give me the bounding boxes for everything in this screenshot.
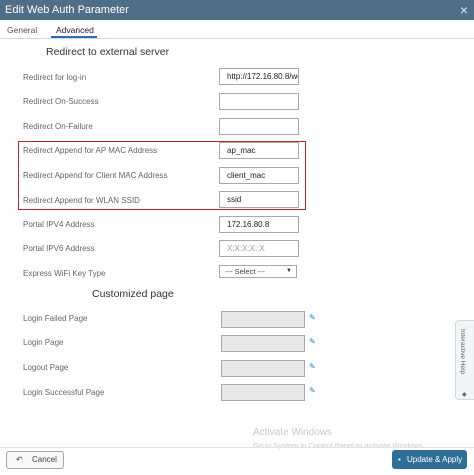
update-apply-button-label: Update & Apply bbox=[407, 455, 463, 464]
express-wifi-selected: --- Select --- bbox=[225, 267, 265, 276]
customized-section-heading: Customized page bbox=[92, 288, 174, 300]
redirect-login-input[interactable]: http://172.16.80.8/we bbox=[219, 68, 299, 85]
tab-advanced[interactable]: Advanced bbox=[56, 25, 94, 35]
login-page-input bbox=[221, 335, 305, 352]
footer-divider bbox=[0, 447, 474, 448]
portal-ipv4-input[interactable]: 172.16.80.8 bbox=[219, 216, 299, 233]
interactive-help-label: Interactive Help bbox=[459, 329, 466, 375]
activation-watermark-title: Activate Windows bbox=[253, 427, 332, 438]
tab-bar: General Advanced bbox=[0, 20, 474, 39]
append-ap-mac-label: Redirect Append for AP MAC Address bbox=[23, 146, 158, 155]
cancel-button[interactable]: ↶ Cancel bbox=[6, 451, 64, 469]
logout-page-input bbox=[221, 360, 305, 377]
portal-ipv6-label: Portal IPV6 Address bbox=[23, 244, 95, 253]
append-client-mac-label: Redirect Append for Client MAC Address bbox=[23, 171, 168, 180]
edit-icon[interactable]: ✎ bbox=[309, 362, 316, 371]
cancel-button-label: Cancel bbox=[32, 455, 57, 464]
activation-watermark-text: Go to System in Control Panel to activat… bbox=[253, 441, 425, 450]
append-wlan-ssid-label: Redirect Append for WLAN SSID bbox=[23, 196, 140, 205]
dialog-titlebar: Edit Web Auth Parameter × bbox=[0, 0, 474, 20]
chevron-down-icon: ▼ bbox=[286, 268, 292, 274]
redirect-section-heading: Redirect to external server bbox=[46, 46, 170, 58]
login-failed-page-label: Login Failed Page bbox=[23, 314, 88, 323]
info-icon: ◆ bbox=[462, 392, 467, 398]
update-apply-button[interactable]: ▪ Update & Apply bbox=[392, 450, 467, 469]
active-tab-indicator bbox=[51, 36, 97, 38]
append-wlan-ssid-input[interactable]: ssid bbox=[219, 191, 299, 208]
edit-icon[interactable]: ✎ bbox=[309, 313, 316, 322]
login-failed-page-input bbox=[221, 311, 305, 328]
close-icon[interactable]: × bbox=[460, 0, 468, 20]
edit-icon[interactable]: ✎ bbox=[309, 337, 316, 346]
logout-page-label: Logout Page bbox=[23, 363, 69, 372]
dialog-title: Edit Web Auth Parameter bbox=[5, 4, 129, 16]
portal-ipv6-input[interactable]: X:X:X:X::X bbox=[219, 240, 299, 257]
append-ap-mac-input[interactable]: ap_mac bbox=[219, 142, 299, 159]
undo-icon: ↶ bbox=[16, 455, 23, 464]
save-icon: ▪ bbox=[398, 455, 401, 464]
tab-general[interactable]: General bbox=[7, 25, 37, 35]
redirect-login-label: Redirect for log-in bbox=[23, 73, 87, 82]
express-wifi-select[interactable]: --- Select --- ▼ bbox=[219, 265, 297, 278]
login-successful-page-label: Login Successful Page bbox=[23, 388, 105, 397]
interactive-help-tab[interactable]: Interactive Help ◆ bbox=[455, 320, 474, 400]
login-successful-page-input bbox=[221, 384, 305, 401]
edit-icon[interactable]: ✎ bbox=[309, 386, 316, 395]
portal-ipv4-label: Portal IPV4 Address bbox=[23, 220, 95, 229]
express-wifi-label: Express WiFi Key Type bbox=[23, 269, 106, 278]
redirect-on-success-input[interactable] bbox=[219, 93, 299, 110]
redirect-on-failure-input[interactable] bbox=[219, 118, 299, 135]
login-page-label: Login Page bbox=[23, 338, 64, 347]
append-client-mac-input[interactable]: client_mac bbox=[219, 167, 299, 184]
redirect-on-failure-label: Redirect On-Failure bbox=[23, 122, 93, 131]
redirect-on-success-label: Redirect On-Success bbox=[23, 97, 99, 106]
